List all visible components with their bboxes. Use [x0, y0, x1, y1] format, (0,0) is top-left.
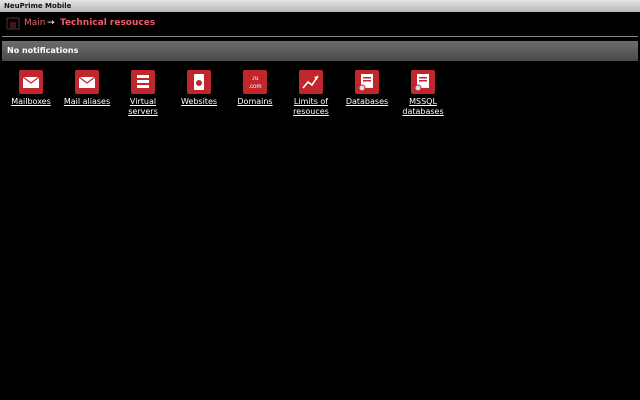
- mailbox-icon: [19, 70, 43, 94]
- tile-label: Virtual servers: [128, 97, 158, 116]
- divider: [2, 36, 638, 37]
- website-icon: [187, 70, 211, 94]
- tile-label: Mailboxes: [11, 97, 51, 106]
- chart-icon: [299, 70, 323, 94]
- tile-label: Websites: [180, 97, 218, 106]
- tile-label: Databases: [345, 97, 389, 106]
- tile-mailboxes[interactable]: Mailboxes: [3, 70, 59, 107]
- notification-bar: No notifications: [2, 41, 638, 61]
- tile-limits-of-resources[interactable]: Limits of resouces: [283, 70, 339, 117]
- tile-databases[interactable]: Databases: [339, 70, 395, 107]
- server-icon: [131, 70, 155, 94]
- tile-label: MSSQL databases: [402, 97, 444, 116]
- svg-text:.com: .com: [248, 84, 261, 90]
- home-icon[interactable]: [6, 17, 20, 30]
- breadcrumb-current: Technical resouces: [60, 18, 156, 28]
- tile-virtual-servers[interactable]: Virtual servers: [115, 70, 171, 117]
- tile-mssql-databases[interactable]: MSSQL databases: [395, 70, 451, 117]
- tile-domains[interactable]: .ru .com Domains: [227, 70, 283, 107]
- mssql-database-icon: [411, 70, 435, 94]
- mail-alias-icon: [75, 70, 99, 94]
- tile-websites[interactable]: Websites: [171, 70, 227, 107]
- tile-label: Mail aliases: [63, 97, 111, 106]
- svg-text:.ru: .ru: [251, 76, 258, 82]
- breadcrumb: Main → Technical resouces: [0, 12, 640, 36]
- window-title: NeuPrime Mobile: [0, 0, 640, 12]
- breadcrumb-arrow: →: [47, 18, 55, 28]
- tile-mail-aliases[interactable]: Mail aliases: [59, 70, 115, 107]
- tile-label: Domains: [237, 97, 273, 106]
- database-icon: [355, 70, 379, 94]
- domain-icon: .ru .com: [243, 70, 267, 94]
- tile-label: Limits of resouces: [293, 97, 329, 116]
- breadcrumb-main-link[interactable]: Main: [24, 18, 46, 28]
